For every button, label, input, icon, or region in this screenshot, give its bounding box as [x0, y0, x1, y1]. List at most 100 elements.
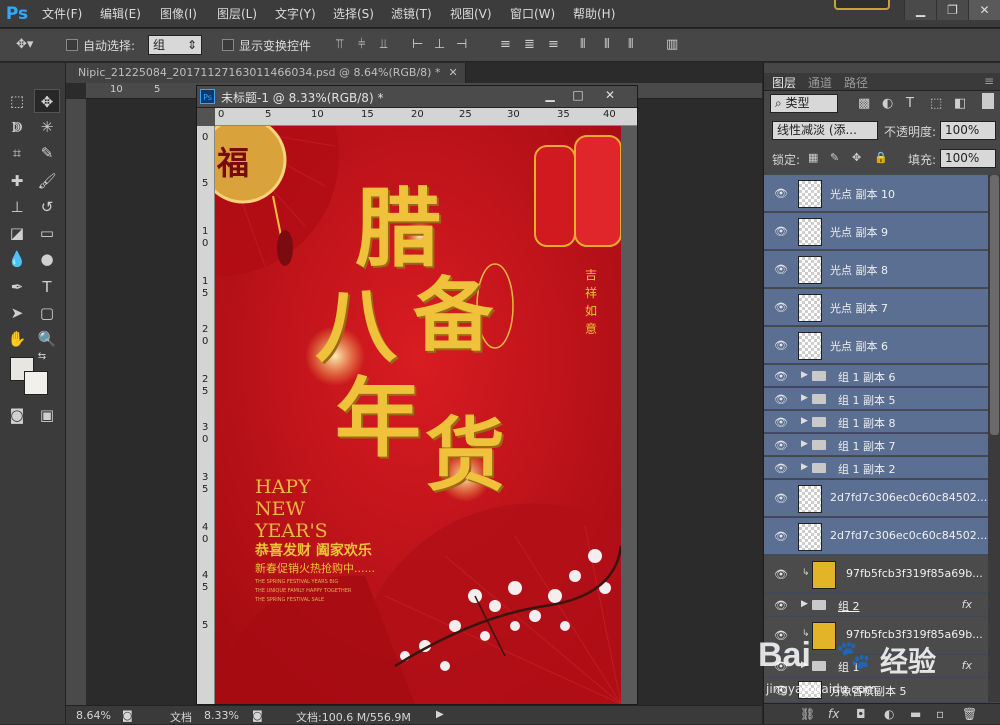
pen-tool-icon[interactable]: ✒ [4, 275, 30, 299]
new-adjustment-icon[interactable]: ◐ [884, 707, 894, 721]
doc-vertical-scrollbar[interactable] [621, 126, 637, 704]
align-hcenter-icon[interactable]: ⊥ [434, 37, 445, 52]
layer-row[interactable]: 👁 光点 副本 6 [764, 327, 988, 364]
shape-tool-icon[interactable]: ▢ [34, 301, 60, 325]
marquee-tool-icon[interactable]: ⬚ [4, 89, 30, 113]
lock-brush-icon[interactable]: ✎ [830, 151, 839, 164]
filter-pixel-icon[interactable]: ▩ [858, 96, 870, 111]
layer-row[interactable]: 👁 ↳ 97fb5fcb3f319f85a69b... [764, 556, 988, 593]
dodge-tool-icon[interactable]: ● [34, 247, 60, 271]
visibility-eye-icon[interactable]: 👁 [774, 599, 788, 612]
menu-filter[interactable]: 滤镜(T) [391, 5, 432, 22]
main-document-tab[interactable]: Nipic_21225084_20171127163011466034.psd … [66, 63, 466, 83]
swap-colors-icon[interactable]: ⇆ [34, 349, 50, 365]
doc-maximize-icon[interactable]: □ [565, 88, 591, 104]
auto-select-dropdown[interactable]: 组 ⇕ [148, 35, 202, 55]
layer-row[interactable]: 👁 光点 副本 9 [764, 213, 988, 250]
add-style-icon[interactable]: fx [828, 707, 839, 721]
menu-select[interactable]: 选择(S) [333, 5, 374, 22]
link-layers-icon[interactable]: ⛓ [800, 707, 815, 721]
menu-view[interactable]: 视图(V) [450, 5, 492, 22]
doc-minimize-icon[interactable]: ▁ [537, 88, 563, 104]
restore-button[interactable]: ❐ [936, 0, 968, 20]
zoom-tool-icon[interactable]: 🔍 [34, 327, 60, 351]
layer-row[interactable]: 👁 光点 副本 10 [764, 175, 988, 212]
blend-mode-dropdown[interactable]: 线性减淡 (添... [772, 121, 878, 140]
clone-stamp-icon[interactable]: ⊥ [4, 195, 30, 219]
distribute-top-icon[interactable]: ≡ [500, 37, 511, 52]
visibility-eye-icon[interactable]: 👁 [774, 393, 788, 406]
lock-all-icon[interactable]: 🔒 [874, 151, 888, 164]
group-row[interactable]: 👁 ▶ 组 1 副本 2 [764, 457, 988, 479]
lock-move-icon[interactable]: ✥ [852, 151, 861, 164]
status-icon[interactable]: ◙ [252, 709, 263, 722]
tab-layers[interactable]: 图层 [772, 74, 796, 91]
menu-edit[interactable]: 编辑(E) [100, 5, 141, 22]
menu-help[interactable]: 帮助(H) [573, 5, 615, 22]
status-arrow-icon[interactable]: ▶ [436, 709, 444, 720]
poster-canvas[interactable]: 福 腊 八 备 年 货 吉 祥 如 意 HAPY NEW YEAR'S 恭喜发财… [215, 126, 621, 704]
path-select-icon[interactable]: ➤ [4, 301, 30, 325]
move-tool-icon[interactable]: ✥ [34, 89, 60, 113]
type-tool-icon[interactable]: T [34, 275, 60, 299]
fx-icon[interactable]: fx [962, 598, 972, 611]
menu-type[interactable]: 文字(Y) [275, 5, 316, 22]
tab-paths[interactable]: 路径 [844, 74, 868, 91]
magic-wand-icon[interactable]: ✳ [34, 115, 60, 139]
tab-channels[interactable]: 通道 [808, 74, 832, 91]
expand-arrow-icon[interactable]: ▶ [801, 393, 808, 403]
show-transform-checkbox[interactable] [222, 39, 234, 51]
visibility-eye-icon[interactable]: 👁 [774, 416, 788, 429]
opacity-input[interactable]: 100% [940, 121, 996, 140]
distribute-left-icon[interactable]: ⫴ [580, 37, 585, 52]
expand-arrow-icon[interactable]: ▶ [801, 370, 808, 380]
layer-row[interactable]: 👁 2d7fd7c306ec0c60c84502... [764, 518, 988, 555]
align-bottom-icon[interactable]: ⫫ [380, 37, 387, 52]
new-group-icon[interactable]: ▬ [910, 707, 921, 721]
visibility-eye-icon[interactable]: 👁 [774, 225, 788, 238]
filter-shape-icon[interactable]: ⬚ [930, 96, 942, 111]
layer-row[interactable]: 👁 光点 副本 8 [764, 251, 988, 288]
move-tool-icon[interactable]: ✥▾ [16, 37, 33, 52]
distribute-vcenter-icon[interactable]: ≣ [524, 37, 535, 52]
visibility-eye-icon[interactable]: 👁 [774, 568, 788, 581]
doc-close-icon[interactable]: ✕ [597, 88, 623, 104]
healing-brush-icon[interactable]: ✚ [4, 169, 30, 193]
layer-row[interactable]: 👁 2d7fd7c306ec0c60c84502... [764, 480, 988, 517]
lasso-tool-icon[interactable]: ↇ [4, 115, 30, 139]
align-top-icon[interactable]: ⫪ [336, 37, 343, 52]
group-row[interactable]: 👁 ▶ 组 1 副本 8 [764, 411, 988, 433]
auto-select-checkbox[interactable] [66, 39, 78, 51]
fill-input[interactable]: 100% [940, 149, 996, 168]
lock-pixels-icon[interactable]: ▦ [808, 151, 818, 164]
screen-mode-icon[interactable]: ▣ [34, 403, 60, 427]
crop-tool-icon[interactable]: ⌗ [4, 141, 30, 165]
visibility-eye-icon[interactable]: 👁 [774, 462, 788, 475]
background-color[interactable] [24, 371, 48, 395]
expand-arrow-icon[interactable]: ▶ [801, 462, 808, 472]
gradient-tool-icon[interactable]: ▭ [34, 221, 60, 245]
layer-row[interactable]: 👁 光点 副本 7 [764, 289, 988, 326]
align-vcenter-icon[interactable]: ⫩ [358, 37, 365, 52]
align-left-icon[interactable]: ⊢ [412, 37, 423, 52]
filter-adjust-icon[interactable]: ◐ [882, 96, 893, 111]
expand-arrow-icon[interactable]: ▶ [801, 416, 808, 426]
distribute-hcenter-icon[interactable]: ⦀ [604, 37, 610, 52]
tab-close-icon[interactable]: ✕ [448, 66, 457, 79]
filter-toggle-icon[interactable] [982, 93, 994, 109]
visibility-eye-icon[interactable]: 👁 [774, 530, 788, 543]
brush-tool-icon[interactable]: 🖌 [34, 169, 60, 193]
distribute-bottom-icon[interactable]: ≡ [548, 37, 559, 52]
document-title-bar[interactable]: Ps 未标题-1 @ 8.33%(RGB/8) * ▁ □ ✕ [197, 86, 637, 108]
main-zoom-value[interactable]: 8.64% [76, 709, 111, 722]
group-row[interactable]: 👁 ▶ 组 1 副本 7 [764, 434, 988, 456]
close-button[interactable]: ✕ [968, 0, 1000, 20]
doc-zoom-value[interactable]: 8.33% [204, 709, 239, 722]
workspace-switcher[interactable] [834, 0, 890, 10]
menu-image[interactable]: 图像(I) [160, 5, 197, 22]
visibility-eye-icon[interactable]: 👁 [774, 301, 788, 314]
visibility-eye-icon[interactable]: 👁 [774, 439, 788, 452]
history-brush-icon[interactable]: ↺ [34, 195, 60, 219]
menu-layer[interactable]: 图层(L) [217, 5, 257, 22]
filter-type-icon[interactable]: T [906, 96, 914, 111]
